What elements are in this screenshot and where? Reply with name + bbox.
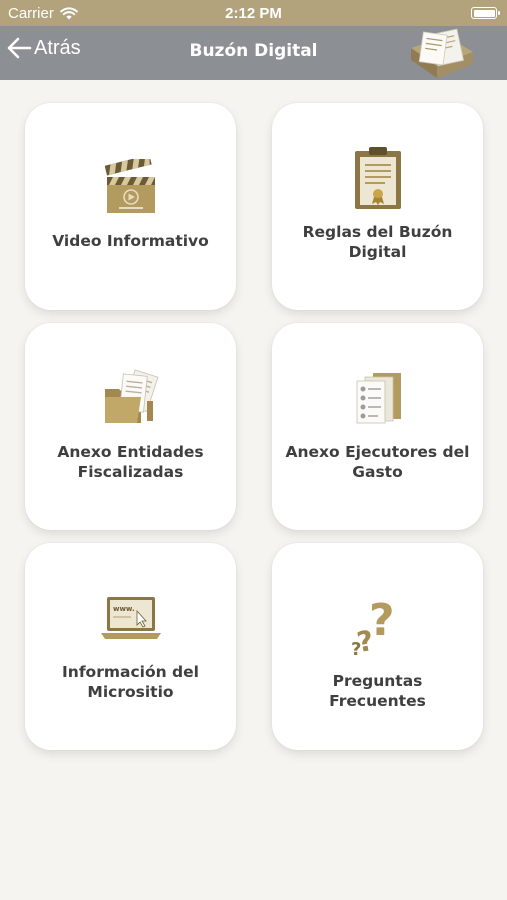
card-label: Anexo Entidades Fiscalizadas	[57, 443, 204, 481]
question-marks-icon: ? ? ?	[351, 595, 395, 657]
card-label: Reglas del Buzón Digital	[302, 223, 453, 261]
video-informativo-card[interactable]: Video Informativo	[25, 103, 236, 310]
laptop-www-icon: www.	[100, 597, 161, 639]
card-label: Video Informativo	[52, 232, 209, 250]
navigation-bar: Atrás Buzón Digital	[0, 26, 507, 80]
anexo-ejecutores-card[interactable]: Anexo Ejecutores del Gasto	[272, 323, 483, 530]
svg-text:?: ?	[351, 639, 361, 657]
folder-documents-icon	[104, 369, 158, 423]
battery-icon	[471, 7, 500, 19]
card-label: Preguntas Frecuentes	[329, 672, 426, 710]
anexo-entidades-card[interactable]: Anexo Entidades Fiscalizadas	[25, 323, 236, 530]
card-label: Anexo Ejecutores del Gasto	[285, 443, 470, 481]
clapperboard-icon	[104, 159, 155, 213]
documents-stack-icon	[356, 373, 401, 424]
preguntas-frecuentes-card[interactable]: ? ? ? Preguntas Frecuentes	[272, 543, 483, 750]
card-label: Información del Micrositio	[62, 663, 199, 701]
status-bar: Carrier 2:12 PM	[0, 0, 507, 26]
svg-text:www.: www.	[113, 605, 135, 613]
mailbox-documents-icon	[411, 28, 473, 78]
reglas-buzon-card[interactable]: Reglas del Buzón Digital	[272, 103, 483, 310]
informacion-micrositio-card[interactable]: www. Información del Micrositio	[25, 543, 236, 750]
certificate-clipboard-icon	[354, 147, 401, 209]
status-time: 2:12 PM	[225, 5, 282, 22]
